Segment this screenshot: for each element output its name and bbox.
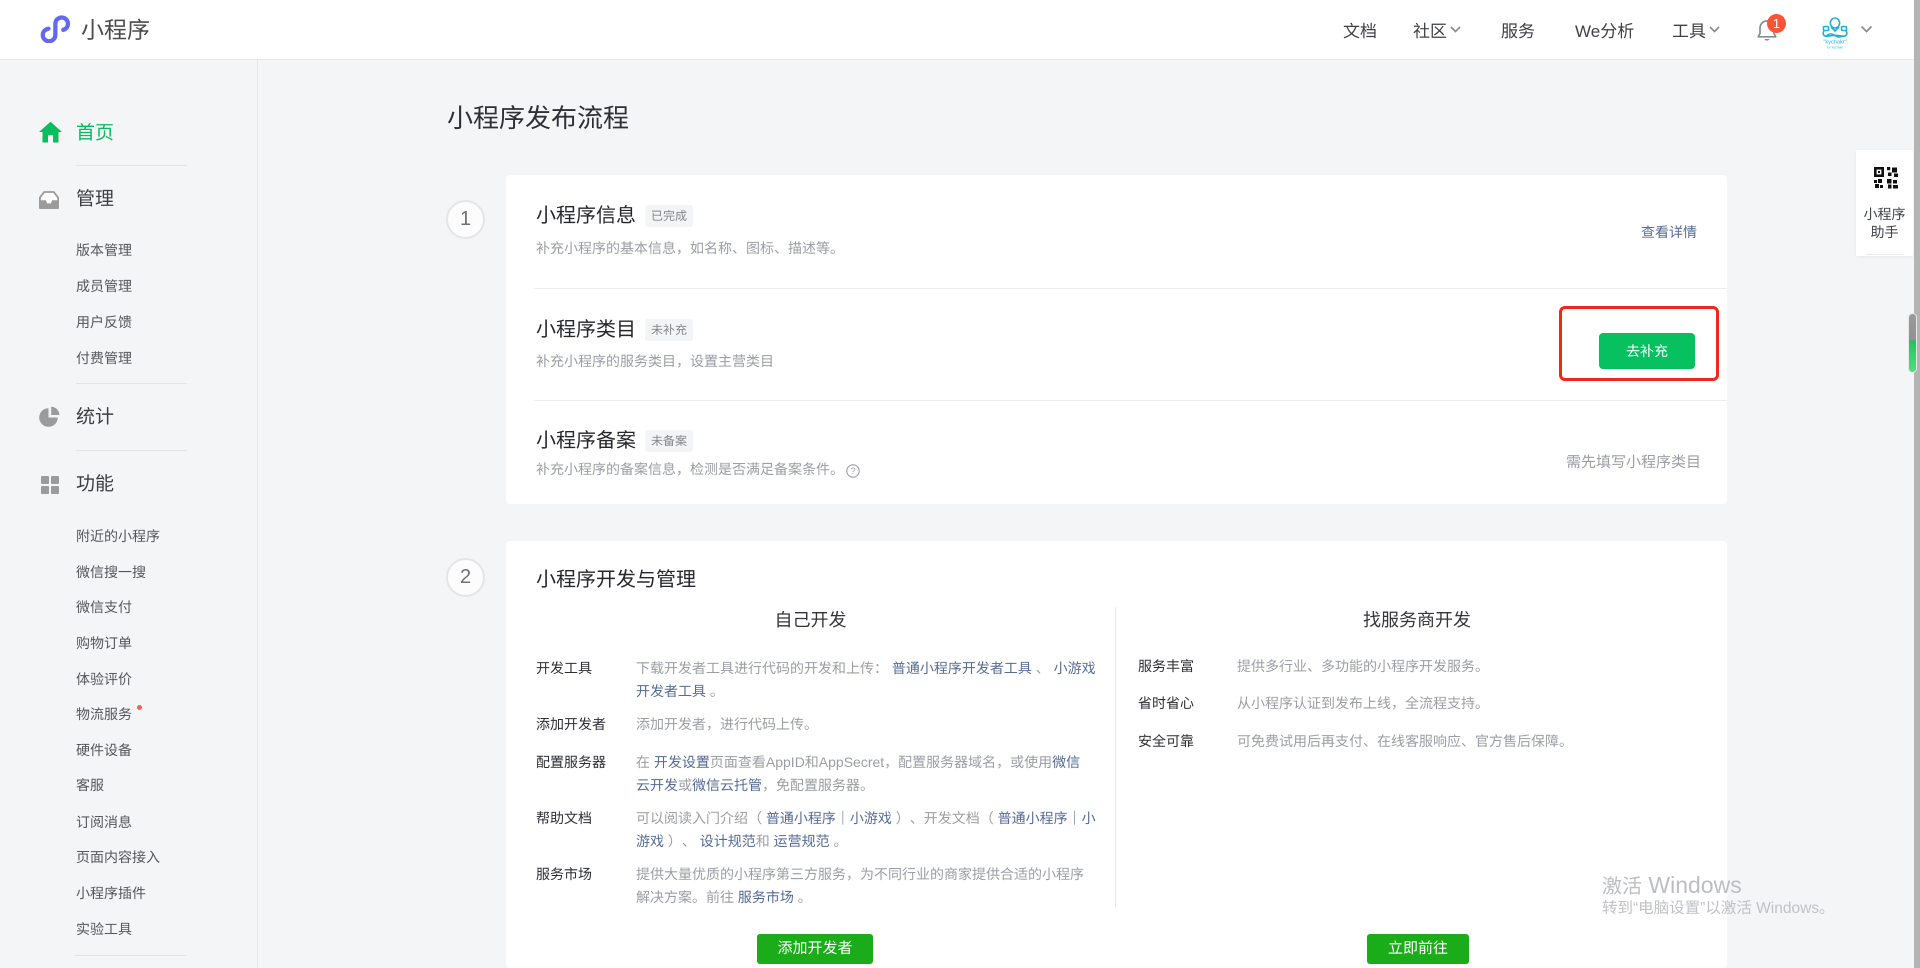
svg-text:for kychakr: for kychakr [1827, 46, 1844, 50]
svg-text:?: ? [850, 466, 855, 477]
